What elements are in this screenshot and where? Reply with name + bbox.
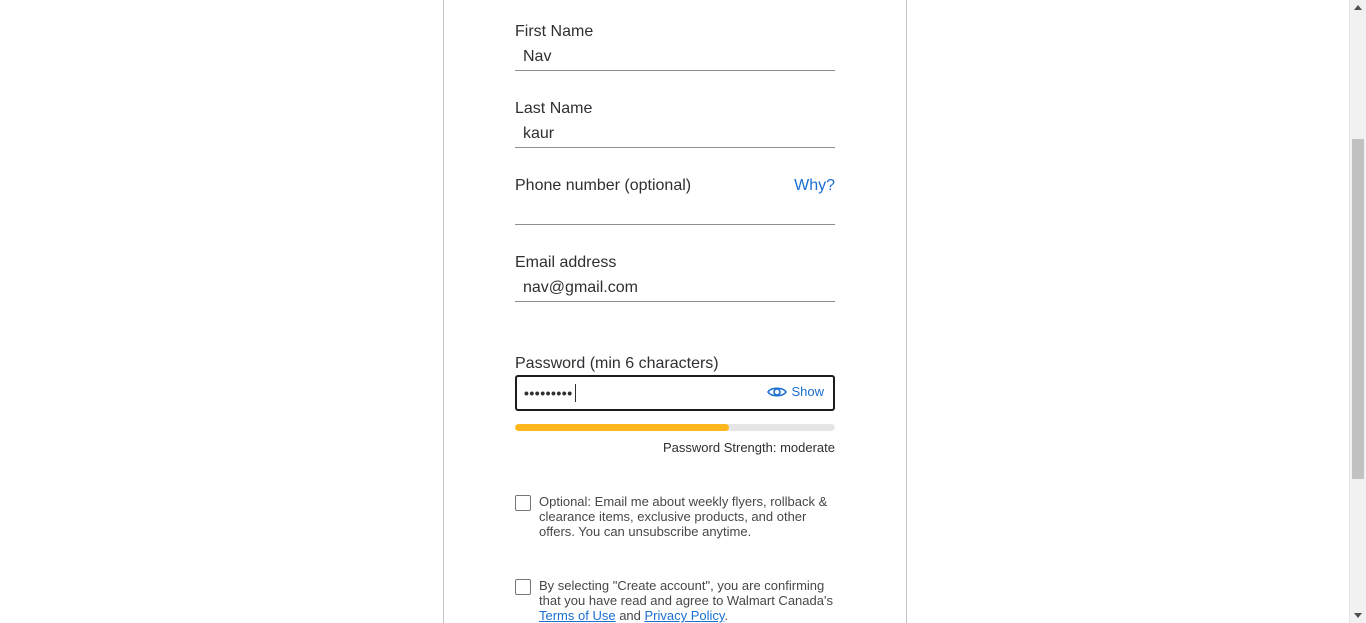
terms-row: By selecting "Create account", you are c… xyxy=(515,578,835,623)
terms-text-before: By selecting "Create account", you are c… xyxy=(539,578,833,608)
first-name-label: First Name xyxy=(515,23,594,40)
password-input[interactable]: ••••••••• Show xyxy=(515,375,835,411)
terms-text: By selecting "Create account", you are c… xyxy=(539,578,835,623)
password-label: Password (min 6 characters) xyxy=(515,355,719,372)
last-name-label: Last Name xyxy=(515,100,593,117)
phone-input[interactable] xyxy=(515,201,835,225)
password-strength-text: Password Strength: moderate xyxy=(663,440,835,455)
last-name-field: Last Name kaur xyxy=(515,99,835,148)
email-input[interactable]: nav@gmail.com xyxy=(515,278,835,302)
email-optin-checkbox[interactable] xyxy=(515,495,531,511)
last-name-input[interactable]: kaur xyxy=(515,124,835,148)
page-scrollbar[interactable] xyxy=(1349,0,1366,623)
password-strength-fill xyxy=(515,424,730,431)
first-name-input[interactable]: Nav xyxy=(515,47,835,71)
phone-label: Phone number (optional) xyxy=(515,177,692,194)
signup-card: First Name Nav Last Name kaur Phone numb… xyxy=(443,0,907,623)
email-optin-text: Optional: Email me about weekly flyers, … xyxy=(539,494,828,539)
scroll-thumb[interactable] xyxy=(1352,139,1364,479)
eye-icon xyxy=(767,386,788,397)
password-masked-value: ••••••••• xyxy=(524,385,573,401)
password-strength-bar xyxy=(515,424,835,431)
privacy-policy-link[interactable]: Privacy Policy xyxy=(645,608,725,623)
scroll-down-arrow-icon[interactable] xyxy=(1354,613,1362,618)
show-password-button[interactable]: Show xyxy=(767,384,824,399)
terms-of-use-link[interactable]: Terms of Use xyxy=(539,608,616,623)
phone-field: Phone number (optional) Why? xyxy=(515,176,835,225)
first-name-field: First Name Nav xyxy=(515,22,835,71)
terms-checkbox[interactable] xyxy=(515,579,531,595)
show-password-label: Show xyxy=(791,384,824,399)
password-field: Password (min 6 characters) ••••••••• Sh… xyxy=(515,354,835,411)
email-label: Email address xyxy=(515,254,617,271)
terms-period: . xyxy=(724,608,729,623)
email-field: Email address nav@gmail.com xyxy=(515,253,835,302)
why-link[interactable]: Why? xyxy=(794,176,835,196)
terms-and-text: and xyxy=(615,608,645,623)
email-optin-row: Optional: Email me about weekly flyers, … xyxy=(515,494,835,539)
text-cursor xyxy=(574,384,576,402)
scroll-up-arrow-icon[interactable] xyxy=(1354,5,1362,10)
